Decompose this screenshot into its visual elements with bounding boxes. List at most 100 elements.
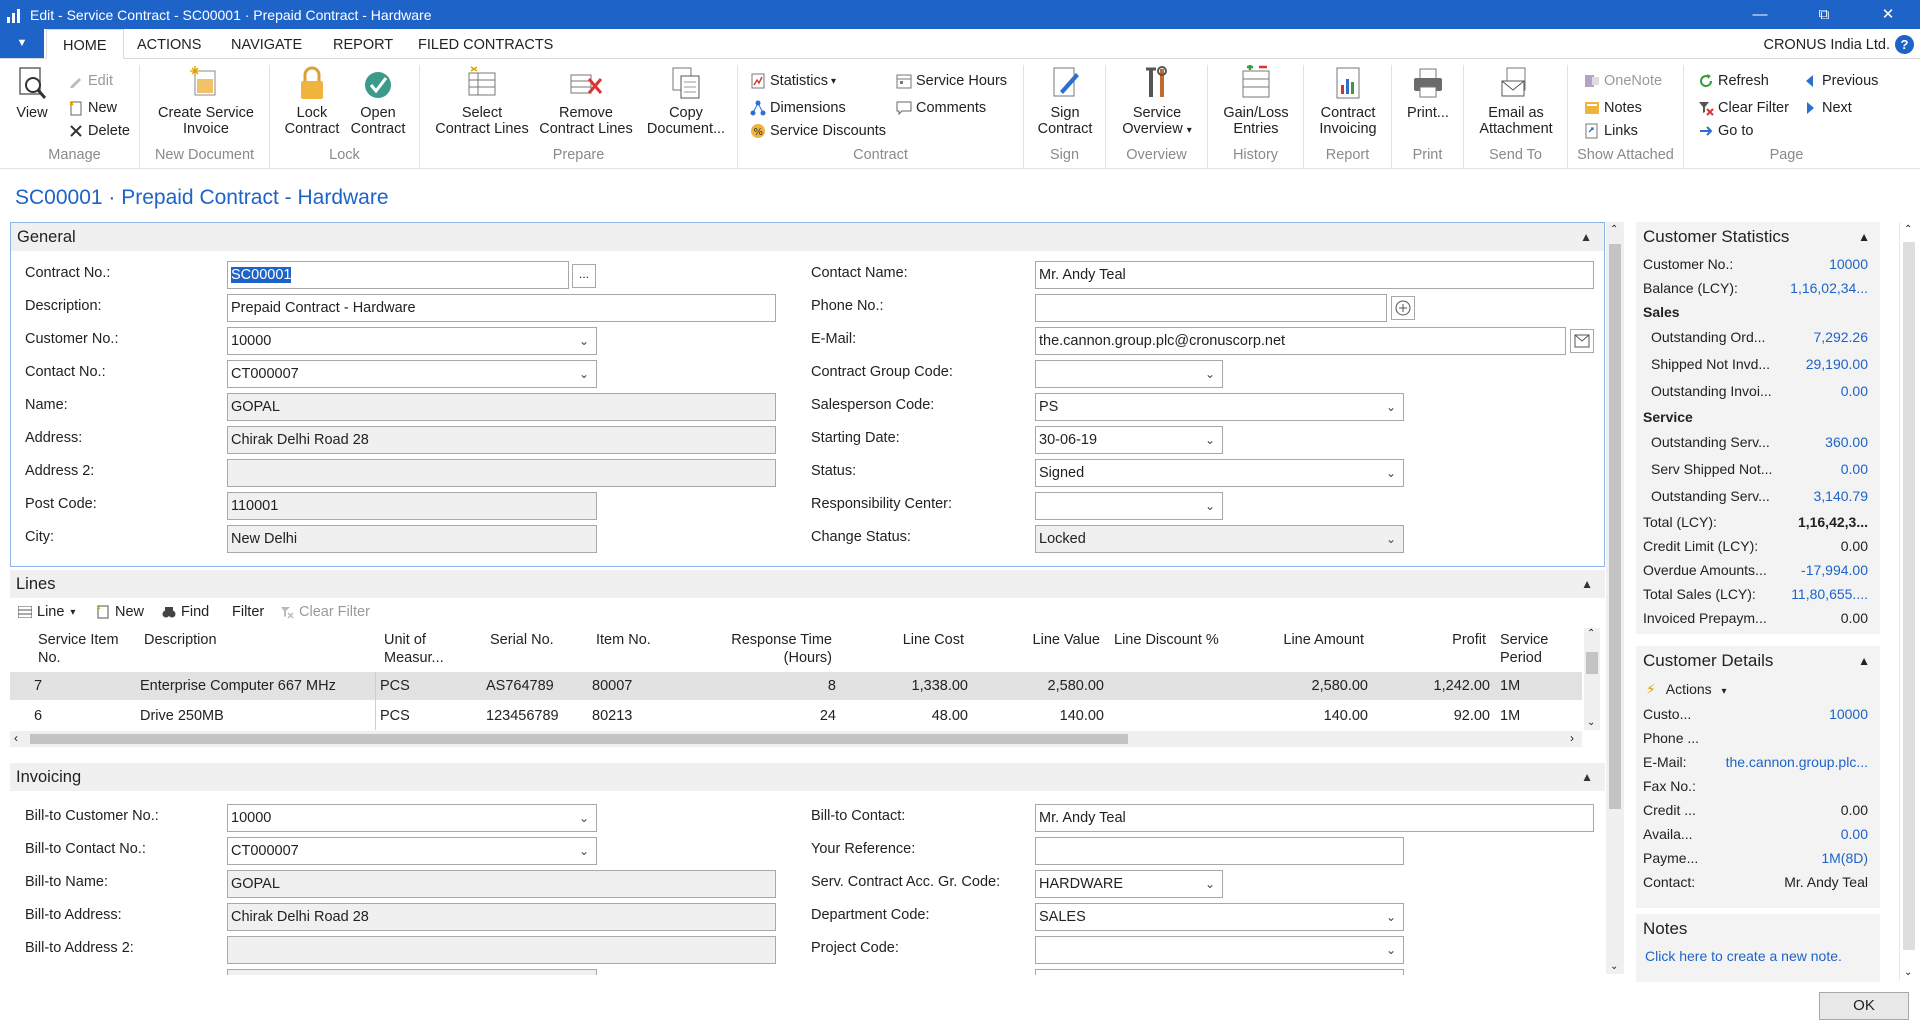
chevron-up-icon[interactable]: ▲ (1581, 570, 1593, 598)
contact-no-field[interactable]: CT000007 ⌄ (227, 360, 597, 388)
service-hours-button[interactable]: Service Hours (896, 73, 1007, 89)
col-serial-no[interactable]: Serial No. (490, 631, 554, 649)
col-service-period[interactable]: Service Period (1500, 631, 1548, 667)
go-to-button[interactable]: Go to (1698, 123, 1753, 139)
status-field[interactable]: Signed ⌄ (1035, 459, 1404, 487)
edit-button[interactable]: Edit (68, 73, 113, 89)
factbox-vertical-scrollbar[interactable]: ⌃ ⌄ (1899, 222, 1917, 980)
service-overview-button[interactable]: Service Overview ▾ (1114, 65, 1200, 139)
chevron-down-icon[interactable]: ⌄ (1386, 526, 1396, 552)
chevron-down-icon[interactable]: ⌄ (579, 838, 589, 864)
previous-button[interactable]: Previous (1802, 73, 1878, 89)
col-service-item-no[interactable]: Service Item No. (38, 631, 119, 667)
print-button[interactable]: Print... (1398, 65, 1458, 121)
chevron-up-icon[interactable]: ▲ (1858, 222, 1870, 252)
responsibility-center-field[interactable]: ⌄ (1035, 492, 1223, 520)
restore-button[interactable]: ⧉ (1792, 0, 1856, 29)
customer-statistics-header[interactable]: Customer Statistics ▲ (1636, 222, 1880, 252)
department-code-field[interactable]: SALES ⌄ (1035, 903, 1404, 931)
your-reference-field[interactable] (1035, 837, 1404, 865)
notes-button[interactable]: Notes (1584, 100, 1642, 116)
chevron-up-icon[interactable]: ▲ (1580, 223, 1592, 251)
lines-section-header[interactable]: Lines ▲ (10, 570, 1605, 598)
notes-header[interactable]: Notes (1636, 914, 1880, 944)
chevron-down-icon[interactable]: ⌄ (1205, 427, 1215, 453)
scroll-up-icon[interactable]: ⌃ (1587, 628, 1595, 639)
next-button[interactable]: Next (1802, 100, 1852, 116)
lock-contract-button[interactable]: Lock Contract (280, 65, 344, 137)
phone-call-icon[interactable] (1391, 296, 1415, 320)
col-profit[interactable]: Profit (1400, 631, 1486, 649)
comments-button[interactable]: Comments (896, 100, 986, 116)
chevron-down-icon[interactable]: ⌄ (1386, 460, 1396, 486)
scrollbar-thumb[interactable] (1903, 242, 1915, 950)
bill-to-contact-field[interactable]: Mr. Andy Teal (1035, 804, 1594, 832)
chevron-down-icon[interactable]: ⌄ (1386, 394, 1396, 420)
change-status-field[interactable]: Locked ⌄ (1035, 525, 1404, 553)
create-note-link[interactable]: Click here to create a new note. (1636, 944, 1880, 968)
view-button[interactable]: View (14, 65, 50, 121)
contract-no-field[interactable]: SC00001 (227, 261, 569, 289)
contract-invoicing-button[interactable]: Contract Invoicing (1308, 65, 1388, 137)
scroll-left-icon[interactable]: ‹ (14, 731, 18, 745)
tab-navigate[interactable]: NAVIGATE (231, 29, 302, 59)
tab-filed-contracts[interactable]: FILED CONTRACTS (418, 29, 553, 59)
contract-group-code-field[interactable]: ⌄ (1035, 360, 1223, 388)
col-item-no[interactable]: Item No. (596, 631, 651, 649)
phone-field[interactable] (1035, 294, 1387, 322)
lines-vertical-scrollbar[interactable]: ⌃ ⌄ (1584, 628, 1600, 730)
chevron-down-icon[interactable]: ⌄ (1386, 937, 1396, 963)
email-as-attachment-button[interactable]: Email as Attachment (1470, 65, 1562, 137)
scrollbar-thumb[interactable] (1586, 652, 1598, 674)
customer-details-header[interactable]: Customer Details ▲ (1636, 646, 1880, 676)
chevron-down-icon[interactable]: ⌄ (1205, 871, 1215, 897)
links-button[interactable]: Links (1584, 123, 1638, 139)
next-dimension-field[interactable] (1035, 969, 1404, 975)
starting-date-field[interactable]: 30-06-19 ⌄ (1035, 426, 1223, 454)
col-line-value[interactable]: Line Value (1000, 631, 1100, 649)
lines-find-button[interactable]: Find (162, 604, 209, 620)
contact-name-field[interactable]: Mr. Andy Teal (1035, 261, 1594, 289)
tab-home[interactable]: HOME (46, 29, 124, 59)
fb-actions-menu[interactable]: ⚡ Actions ▾ (1636, 676, 1880, 702)
col-description[interactable]: Description (144, 631, 217, 649)
lines-clear-filter-button[interactable]: Clear Filter (280, 604, 370, 620)
service-discounts-button[interactable]: % Service Discounts (750, 123, 886, 139)
table-row[interactable]: 7 Enterprise Computer 667 MHz PCS AS7647… (10, 672, 1582, 700)
email-field[interactable]: the.cannon.group.plc@cronuscorp.net (1035, 327, 1566, 355)
company-name[interactable]: CRONUS India Ltd. (1763, 29, 1890, 61)
scroll-up-icon[interactable]: ⌃ (1610, 224, 1618, 235)
chevron-up-icon[interactable]: ▲ (1858, 646, 1870, 676)
col-line-amount[interactable]: Line Amount (1250, 631, 1364, 649)
scroll-up-icon[interactable]: ⌃ (1904, 224, 1912, 235)
ok-button[interactable]: OK (1819, 992, 1909, 1020)
gain-loss-entries-button[interactable]: Gain/Loss Entries (1214, 65, 1298, 137)
dimensions-button[interactable]: Dimensions (750, 100, 846, 116)
minimize-button[interactable]: — (1728, 0, 1792, 29)
scrollbar-thumb[interactable] (30, 734, 1128, 744)
select-contract-lines-button[interactable]: Select Contract Lines (432, 65, 532, 137)
lines-new-button[interactable]: New (96, 604, 144, 620)
onenote-button[interactable]: OneNote (1584, 73, 1662, 89)
email-send-icon[interactable] (1570, 329, 1594, 353)
sign-contract-button[interactable]: Sign Contract (1030, 65, 1100, 137)
copy-document-button[interactable]: Copy Document... (638, 65, 734, 137)
customer-no-field[interactable]: 10000 ⌄ (227, 327, 597, 355)
scroll-down-icon[interactable]: ⌄ (1904, 967, 1912, 978)
chevron-down-icon[interactable]: ⌄ (579, 805, 589, 831)
lines-horizontal-scrollbar[interactable]: ‹ › (10, 731, 1582, 747)
new-button[interactable]: New (68, 100, 117, 116)
assist-edit-button[interactable]: ... (572, 264, 596, 288)
line-menu-button[interactable]: Line ▾ (18, 604, 75, 620)
tab-actions[interactable]: ACTIONS (137, 29, 201, 59)
acc-gr-code-field[interactable]: HARDWARE ⌄ (1035, 870, 1223, 898)
help-icon[interactable]: ? (1895, 35, 1914, 54)
main-vertical-scrollbar[interactable]: ⌃ ⌄ (1606, 222, 1624, 974)
remove-contract-lines-button[interactable]: Remove Contract Lines (536, 65, 636, 137)
chevron-down-icon[interactable]: ⌄ (579, 361, 589, 387)
chevron-down-icon[interactable]: ⌄ (1205, 361, 1215, 387)
chevron-down-icon[interactable]: ⌄ (579, 328, 589, 354)
col-line-cost[interactable]: Line Cost (860, 631, 964, 649)
scroll-down-icon[interactable]: ⌄ (1587, 717, 1595, 728)
description-field[interactable]: Prepaid Contract - Hardware (227, 294, 776, 322)
